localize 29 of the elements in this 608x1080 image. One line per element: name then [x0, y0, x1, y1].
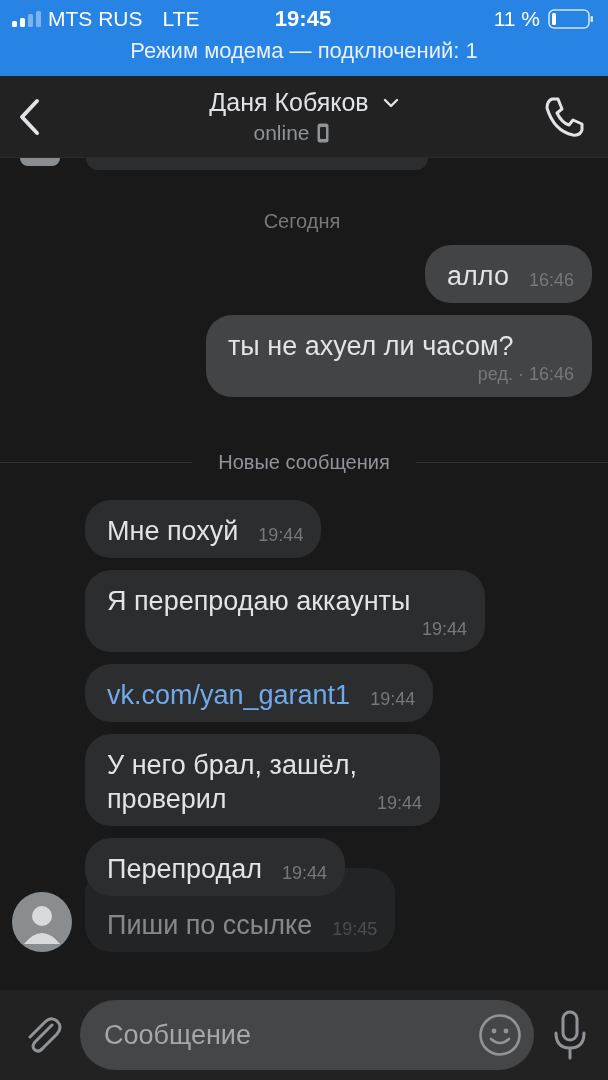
message-time: 19:44	[376, 792, 422, 815]
online-status: online	[253, 121, 310, 145]
message-time: 19:44	[370, 688, 416, 711]
battery-icon	[548, 9, 594, 29]
battery-percent: 11 %	[493, 7, 540, 31]
smiley-icon[interactable]	[478, 1013, 522, 1057]
message-time: 19:44	[421, 618, 467, 641]
message-link[interactable]: vk.com/yan_garant1	[107, 678, 351, 712]
message-text: Мне похуй	[107, 515, 239, 548]
message-text: ты не ахуел ли часом?	[228, 330, 514, 363]
message-text: У него брал, зашёл, проверил	[107, 749, 357, 816]
caret-icon[interactable]	[382, 97, 399, 108]
message-field[interactable]: Сообщение	[80, 1000, 534, 1070]
new-messages-label: Новые сообщения	[217, 451, 391, 474]
contact-name[interactable]: Даня Кобяков	[209, 88, 369, 117]
microphone-icon[interactable]	[552, 1010, 588, 1060]
message-text: Перепродал	[107, 853, 263, 886]
message-text: Пиши по ссылке	[107, 909, 313, 942]
clock: 19:45	[274, 6, 332, 32]
message-time: 19:44	[258, 524, 304, 547]
network-type: LTE	[162, 7, 200, 31]
back-icon[interactable]	[18, 97, 40, 136]
message-text: Я перепродаю аккаунты	[107, 585, 411, 618]
message-text: алло	[447, 260, 509, 293]
carrier-name: MTS RUS	[48, 7, 143, 31]
date-label: Сегодня	[263, 210, 341, 232]
mobile-phone-icon	[316, 123, 329, 143]
signal-icon	[12, 11, 42, 27]
message-time: 19:44	[282, 862, 328, 885]
